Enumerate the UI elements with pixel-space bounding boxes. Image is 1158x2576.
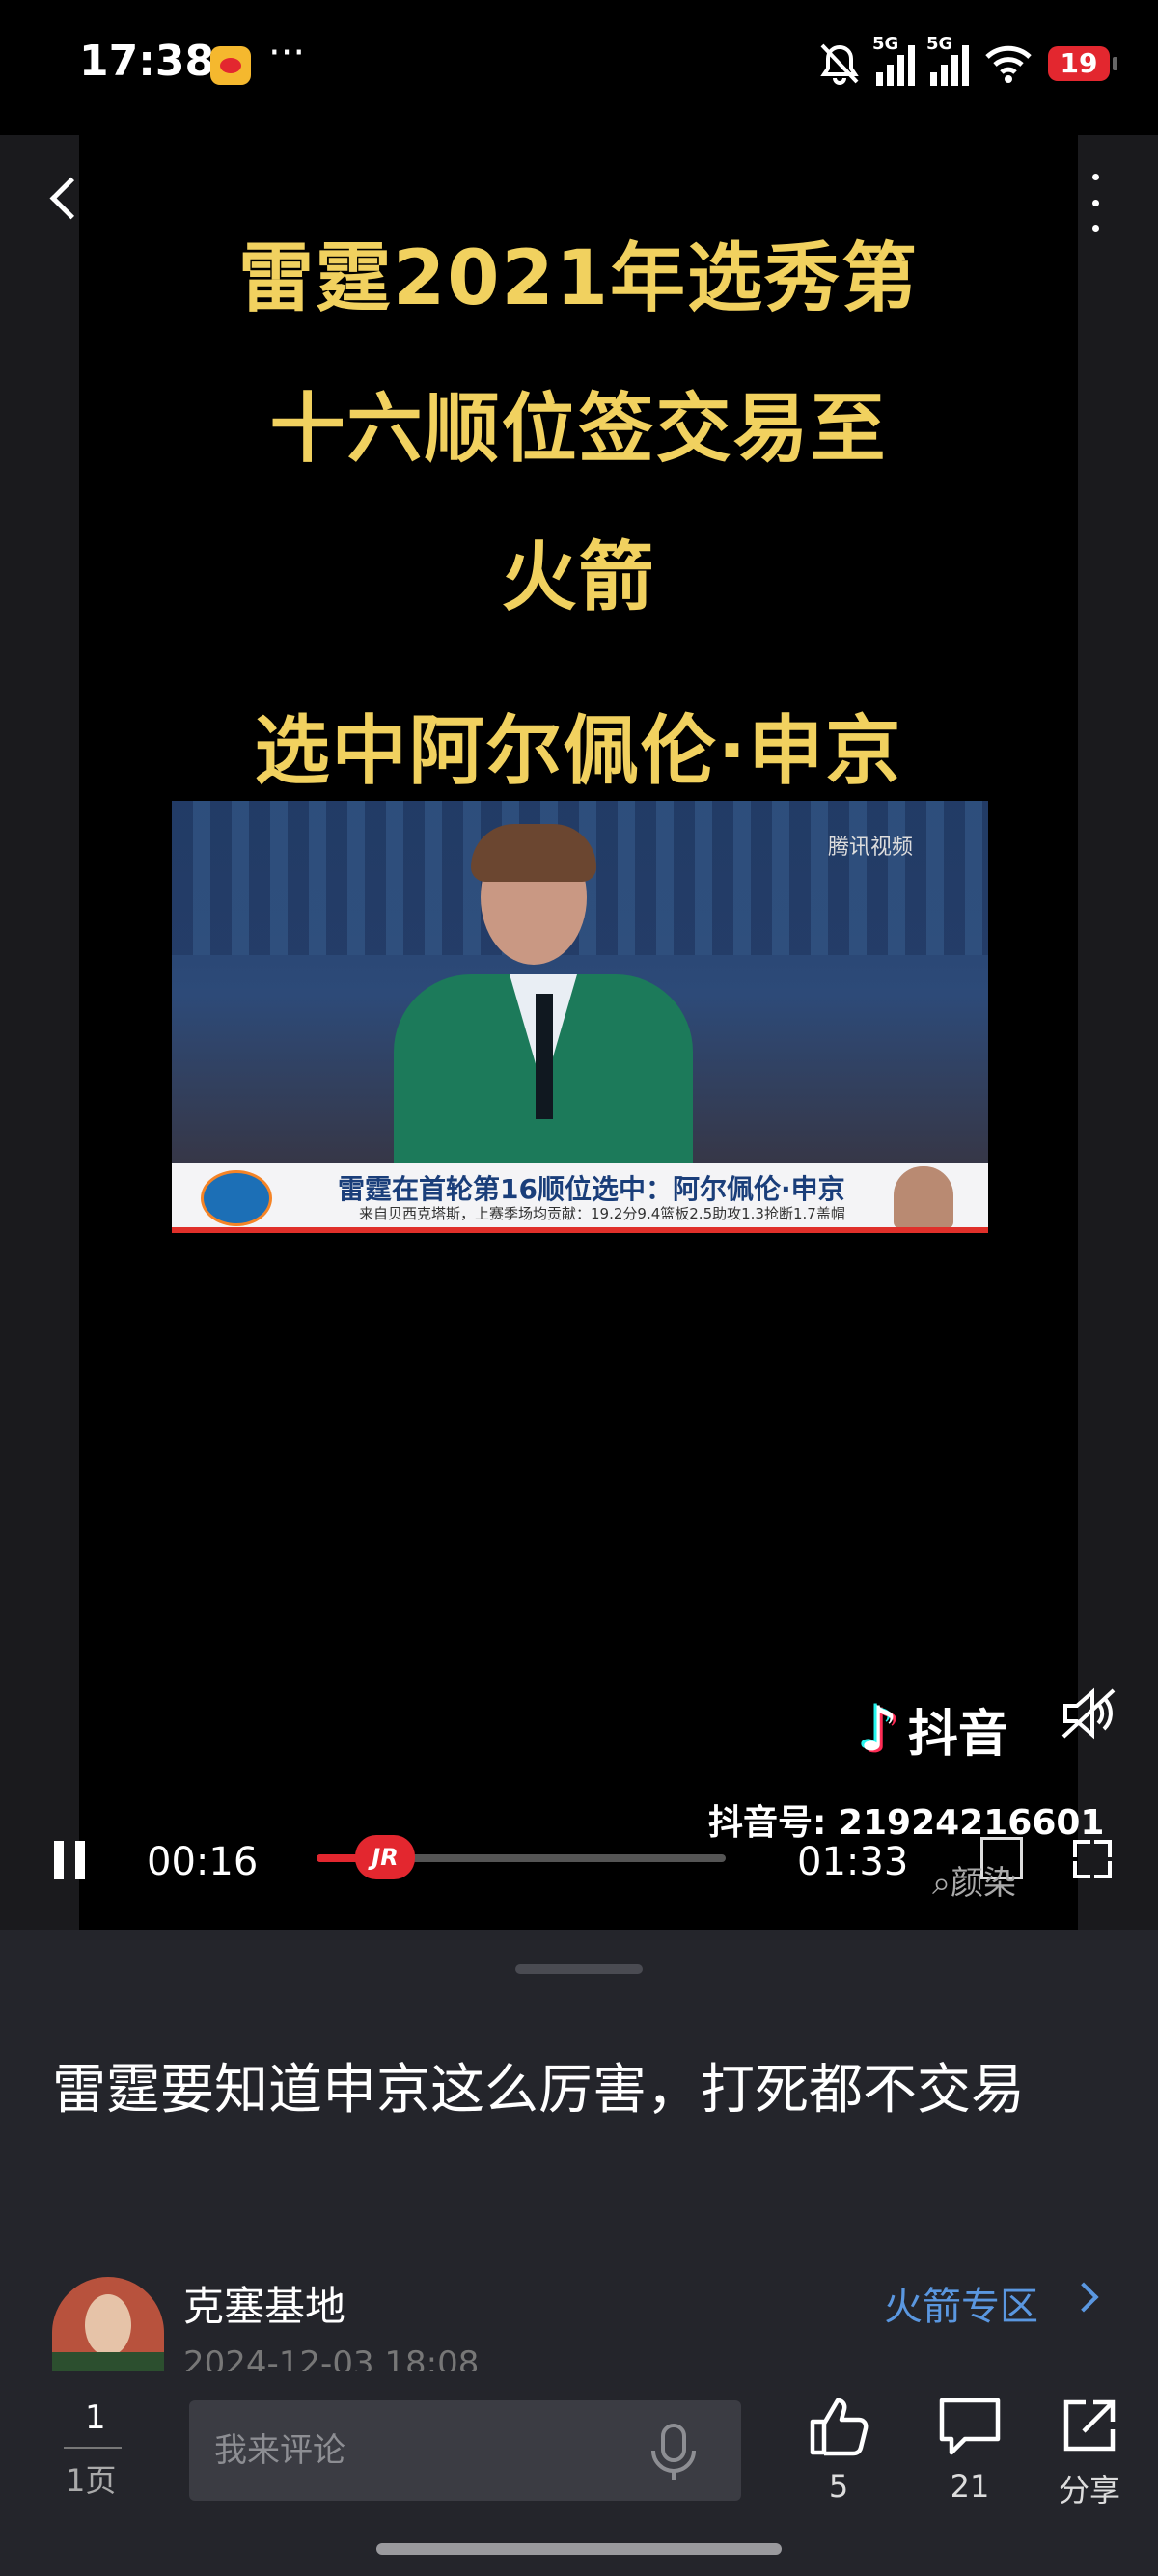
- chevron-right-icon[interactable]: [1068, 2282, 1099, 2313]
- lower-third-subtitle: 来自贝西克塔斯，上赛季场均贡献：19.2分9.4篮板2.5助攻1.3抢断1.7盖…: [359, 1205, 845, 1222]
- like-button[interactable]: 5: [786, 2395, 892, 2520]
- current-time: 00:16: [147, 1840, 259, 1884]
- share-button[interactable]: 分享: [1036, 2395, 1143, 2520]
- page-label[interactable]: 1页: [66, 2456, 116, 2501]
- douyin-note-icon: ♪: [859, 1693, 898, 1766]
- status-time: 17:38: [79, 37, 215, 86]
- video-caption-line-1: 雷霆2021年选秀第: [237, 235, 920, 322]
- video-caption-line-3: 火箭: [501, 534, 656, 621]
- author-name[interactable]: 克塞基地: [183, 2274, 345, 2333]
- thunder-logo: [201, 1170, 272, 1226]
- pause-button[interactable]: [54, 1841, 89, 1879]
- weibo-app-icon: [210, 46, 251, 85]
- total-time: 01:33: [797, 1840, 909, 1884]
- lower-third-title: 雷霆在首轮第16顺位选中：阿尔佩伦·申京: [338, 1173, 845, 1205]
- like-count: 5: [828, 2468, 849, 2505]
- wifi-icon: [985, 45, 1032, 83]
- comment-count: 21: [950, 2468, 990, 2505]
- battery-icon: 19: [1048, 46, 1117, 81]
- status-bar: 17:38 ··· 5G 5G 19: [0, 0, 1158, 135]
- post-title: 雷霆要知道申京这么厉害，打死都不交易: [52, 2059, 1025, 2122]
- player-figure: [394, 824, 703, 1196]
- status-icons: 5G 5G 19: [818, 34, 1117, 91]
- drag-handle[interactable]: [515, 1964, 643, 1974]
- signal-icon-2: 5G: [926, 34, 969, 86]
- microphone-icon[interactable]: [645, 2422, 703, 2483]
- share-icon: [1063, 2399, 1116, 2452]
- embedded-clip: 腾讯视频 雷霆在首轮第16顺位选中：阿尔佩伦·申京 来自贝西克塔斯，上赛季场均贡…: [172, 801, 988, 1233]
- lower-third-banner: 雷霆在首轮第16顺位选中：阿尔佩伦·申京 来自贝西克塔斯，上赛季场均贡献：19.…: [172, 1163, 988, 1233]
- page-number[interactable]: 1: [85, 2398, 106, 2437]
- video-caption-line-2: 十六顺位签交易至: [269, 386, 888, 473]
- home-indicator[interactable]: [376, 2543, 782, 2555]
- author-avatar[interactable]: [52, 2277, 164, 2373]
- mute-bell-icon: [820, 43, 859, 85]
- share-label: 分享: [1058, 2472, 1120, 2508]
- tencent-video-logo: 腾讯视频: [828, 836, 914, 860]
- video-caption-line-4: 选中阿尔佩伦·申京: [254, 708, 903, 795]
- progress-thumb[interactable]: JR: [355, 1835, 415, 1879]
- more-options-button[interactable]: [1081, 174, 1110, 232]
- signal-icon-1: 5G: [872, 34, 915, 86]
- douyin-logo: ♪ 抖音: [859, 1693, 1008, 1766]
- fullscreen-button[interactable]: [1073, 1840, 1112, 1878]
- watermark-text: ⌕颜染: [932, 1864, 1017, 1903]
- douyin-id: 抖音号: 21924216601: [708, 1803, 1105, 1843]
- topic-link[interactable]: 火箭专区: [884, 2275, 1038, 2331]
- comments-button[interactable]: 21: [917, 2395, 1023, 2520]
- page-divider: [64, 2447, 122, 2449]
- search-icon: ⌕: [932, 1864, 951, 1903]
- comment-bubble-icon: [939, 2398, 1001, 2455]
- action-bar: 1 1页 5 21 分享: [0, 2371, 1158, 2535]
- thumbs-up-icon: [810, 2398, 868, 2456]
- player-headshot: [894, 1166, 953, 1228]
- more-notifications-icon: ···: [268, 31, 306, 75]
- back-button[interactable]: [39, 172, 89, 222]
- mute-icon[interactable]: [1060, 1686, 1117, 1740]
